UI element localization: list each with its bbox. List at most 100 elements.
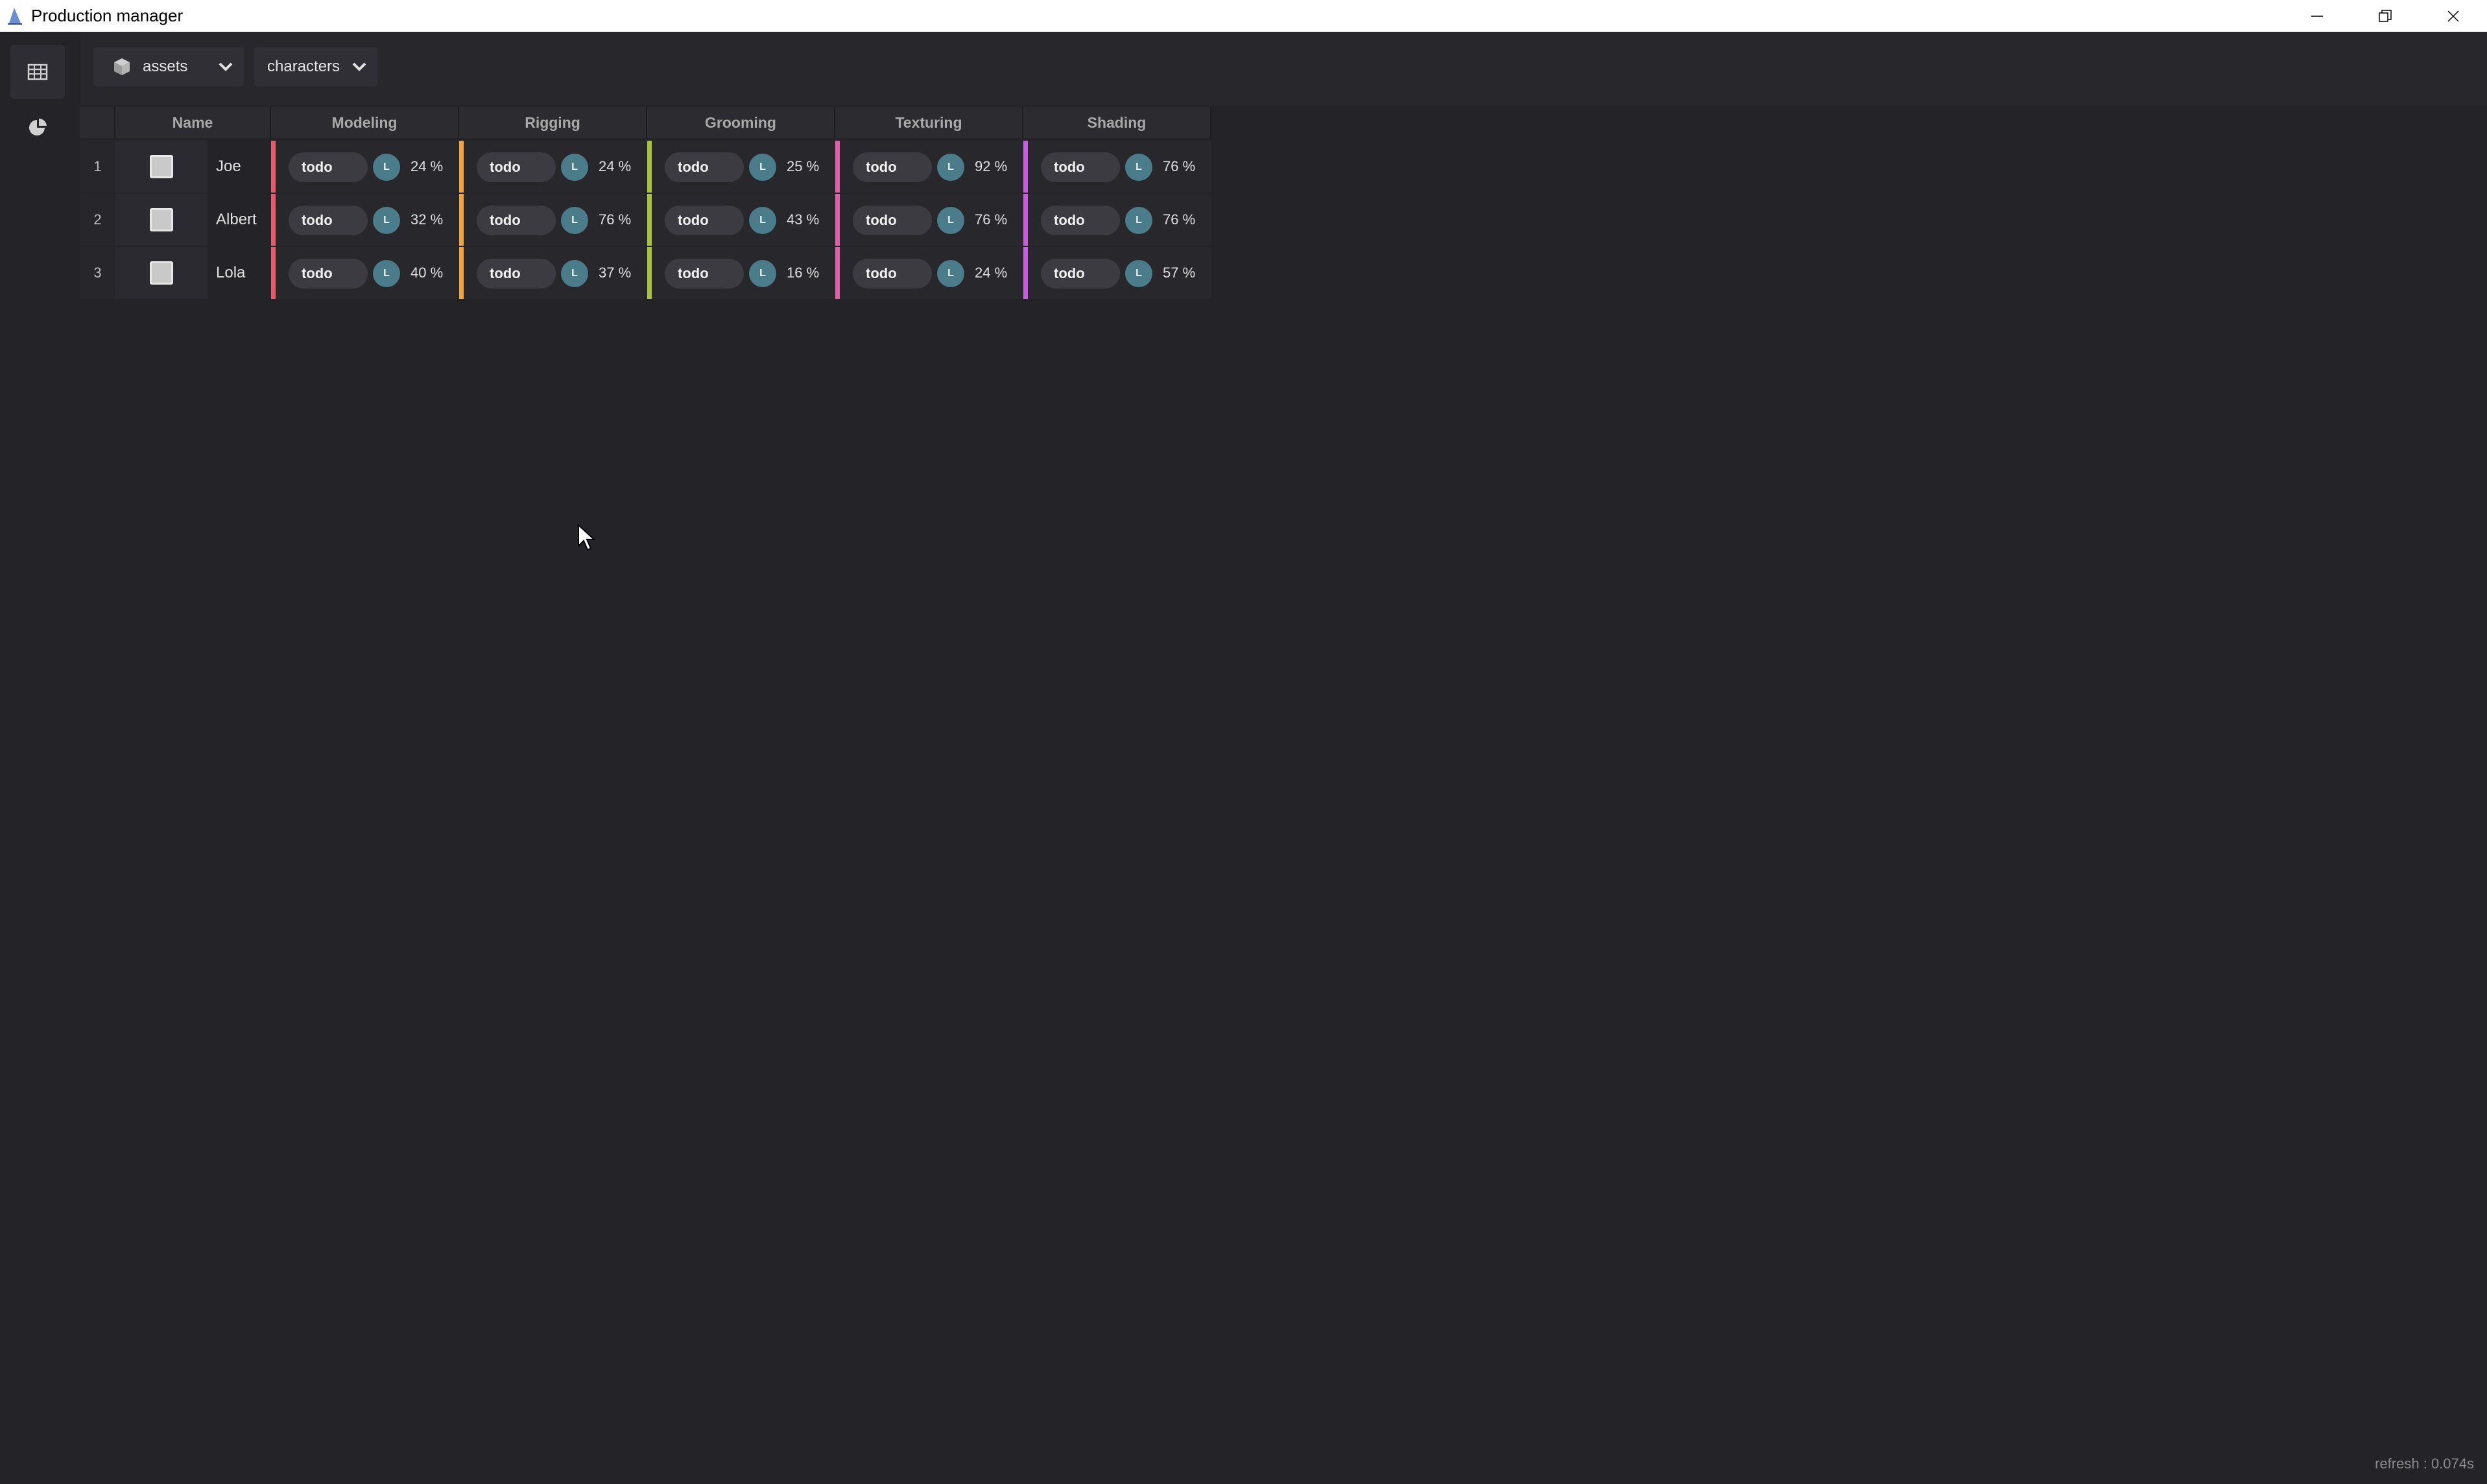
assignee-avatar[interactable]: L — [561, 260, 588, 287]
column-header-grooming[interactable]: Grooming — [647, 107, 835, 138]
status-badge[interactable]: todo — [665, 259, 744, 289]
status-badge[interactable]: todo — [477, 259, 556, 289]
task-cell-modeling[interactable]: todo L 32 % — [271, 194, 459, 246]
close-button[interactable] — [2419, 0, 2487, 32]
chevron-down-icon — [352, 62, 366, 71]
column-header-modeling[interactable]: Modeling — [271, 107, 459, 138]
assignee-avatar[interactable]: L — [373, 260, 400, 287]
status-badge[interactable]: todo — [853, 259, 932, 289]
table-row[interactable]: 3 Lola todo L 40 % todo L 37 % todo L 16… — [80, 247, 1211, 300]
assignee-avatar[interactable]: L — [373, 207, 400, 234]
task-cell-grooming[interactable]: todo L 43 % — [647, 194, 835, 246]
app-logo-icon — [8, 7, 22, 25]
task-cell-modeling[interactable]: todo L 40 % — [271, 247, 459, 299]
progress-value: 25 % — [787, 158, 820, 174]
image-placeholder-icon — [150, 208, 173, 231]
category-dropdown[interactable]: assets — [93, 47, 244, 86]
task-cell-texturing[interactable]: todo L 24 % — [835, 247, 1023, 299]
task-color-bar — [1023, 194, 1028, 246]
task-cell-modeling[interactable]: todo L 24 % — [271, 141, 459, 193]
window-title: Production manager — [31, 6, 184, 25]
assignee-avatar[interactable]: L — [937, 154, 964, 181]
pie-chart-icon — [29, 118, 47, 135]
progress-value: 76 % — [599, 211, 632, 228]
task-cell-shading[interactable]: todo L 76 % — [1023, 141, 1211, 193]
progress-value: 76 % — [1163, 158, 1196, 174]
task-cell-texturing[interactable]: todo L 76 % — [835, 194, 1023, 246]
minimize-icon — [2311, 15, 2323, 17]
table-row[interactable]: 1 Joe todo L 24 % todo L 24 % todo L 25 … — [80, 141, 1211, 194]
progress-value: 57 % — [1163, 265, 1196, 281]
assignee-avatar[interactable]: L — [937, 260, 964, 287]
assignee-avatar[interactable]: L — [937, 207, 964, 234]
status-badge[interactable]: todo — [289, 206, 368, 235]
stats-view-button[interactable] — [10, 100, 65, 155]
name-cell[interactable]: Joe — [115, 141, 271, 193]
status-badge[interactable]: todo — [853, 152, 932, 182]
assignee-avatar[interactable]: L — [1125, 207, 1152, 234]
assignee-avatar[interactable]: L — [373, 154, 400, 181]
progress-value: 76 % — [975, 211, 1008, 228]
column-header-texturing[interactable]: Texturing — [835, 107, 1023, 138]
status-badge[interactable]: todo — [853, 206, 932, 235]
status-badge[interactable]: todo — [1041, 206, 1120, 235]
status-badge[interactable]: todo — [477, 206, 556, 235]
minimize-button[interactable] — [2283, 0, 2351, 32]
asset-name: Joe — [216, 158, 241, 175]
column-header-rigging[interactable]: Rigging — [459, 107, 647, 138]
task-color-bar — [835, 247, 840, 299]
status-badge[interactable]: todo — [289, 259, 368, 289]
asset-name: Albert — [216, 211, 257, 228]
table-row[interactable]: 2 Albert todo L 32 % todo L 76 % todo L … — [80, 194, 1211, 247]
name-cell[interactable]: Albert — [115, 194, 271, 246]
status-badge[interactable]: todo — [1041, 152, 1120, 182]
table-icon — [27, 64, 48, 80]
title-bar: Production manager — [0, 0, 2487, 32]
task-cell-rigging[interactable]: todo L 24 % — [459, 141, 647, 193]
assignee-avatar[interactable]: L — [1125, 154, 1152, 181]
assignee-avatar[interactable]: L — [561, 207, 588, 234]
progress-value: 43 % — [787, 211, 820, 228]
progress-value: 37 % — [599, 265, 632, 281]
task-cell-rigging[interactable]: todo L 76 % — [459, 194, 647, 246]
assignee-avatar[interactable]: L — [749, 154, 776, 181]
category-dropdown-label: assets — [143, 58, 188, 75]
progress-value: 32 % — [411, 211, 444, 228]
left-sidebar — [0, 32, 80, 1484]
close-icon — [2447, 10, 2459, 22]
assignee-avatar[interactable]: L — [1125, 260, 1152, 287]
status-badge[interactable]: todo — [665, 152, 744, 182]
task-cell-grooming[interactable]: todo L 16 % — [647, 247, 835, 299]
row-number: 1 — [80, 141, 115, 193]
status-badge[interactable]: todo — [477, 152, 556, 182]
task-cell-shading[interactable]: todo L 76 % — [1023, 194, 1211, 246]
task-color-bar — [647, 194, 652, 246]
table-view-button[interactable] — [10, 45, 65, 99]
column-header-name[interactable]: Name — [115, 107, 271, 138]
progress-value: 16 % — [787, 265, 820, 281]
status-badge[interactable]: todo — [289, 152, 368, 182]
chevron-down-icon — [219, 62, 233, 71]
column-header-shading[interactable]: Shading — [1023, 107, 1211, 138]
restore-button[interactable] — [2351, 0, 2419, 32]
task-cell-shading[interactable]: todo L 57 % — [1023, 247, 1211, 299]
task-cell-rigging[interactable]: todo L 37 % — [459, 247, 647, 299]
progress-value: 40 % — [411, 265, 444, 281]
task-cell-grooming[interactable]: todo L 25 % — [647, 141, 835, 193]
mouse-cursor-icon — [578, 524, 596, 551]
assignee-avatar[interactable]: L — [749, 207, 776, 234]
assignee-avatar[interactable]: L — [749, 260, 776, 287]
task-cell-texturing[interactable]: todo L 92 % — [835, 141, 1023, 193]
name-cell[interactable]: Lola — [115, 247, 271, 299]
task-color-bar — [459, 141, 464, 193]
task-color-bar — [835, 194, 840, 246]
status-badge[interactable]: todo — [665, 206, 744, 235]
row-number-header — [80, 107, 115, 138]
refresh-time: refresh : 0.074s — [2375, 1455, 2474, 1472]
type-dropdown[interactable]: characters — [254, 47, 377, 86]
task-color-bar — [271, 194, 276, 246]
task-color-bar — [271, 247, 276, 299]
type-dropdown-label: characters — [267, 58, 340, 75]
assignee-avatar[interactable]: L — [561, 154, 588, 181]
status-badge[interactable]: todo — [1041, 259, 1120, 289]
